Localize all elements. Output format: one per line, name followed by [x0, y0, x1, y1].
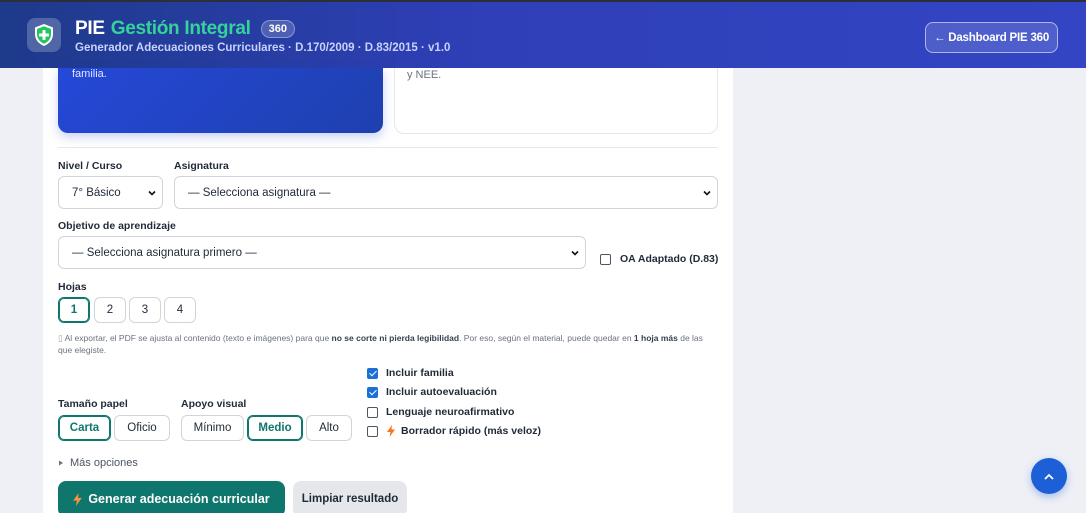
apoyo-option-alto[interactable]: Alto: [306, 415, 352, 441]
hojas-option-4[interactable]: 4: [164, 297, 196, 323]
info-panel-white: y NEE.: [394, 68, 718, 134]
main-card: familia. y NEE. Nivel / Curso 7° Básico …: [43, 68, 733, 513]
lightning-icon: [73, 492, 83, 506]
incluir-familia-checkbox[interactable]: [367, 368, 378, 379]
chevron-down-icon: [148, 190, 156, 196]
mas-opciones-label: Más opciones: [70, 457, 138, 469]
title-pie: PIE: [75, 18, 105, 39]
pdf-note: ▯ Al exportar, el PDF se ajusta al conte…: [58, 333, 703, 355]
info-panel-text-right: y NEE.: [407, 69, 442, 81]
oa-adaptado-checkbox[interactable]: [600, 254, 611, 265]
divider: [58, 147, 718, 148]
nivel-label: Nivel / Curso: [58, 160, 123, 172]
info-panel-blue: familia.: [58, 68, 383, 133]
shield-plus-icon: [27, 18, 61, 52]
scroll-top-button[interactable]: [1031, 458, 1067, 494]
objetivo-select[interactable]: — Selecciona asignatura primero —: [58, 236, 586, 269]
app-header: PIE Gestión Integral 360 Generador Adecu…: [0, 0, 1086, 68]
hojas-label: Hojas: [58, 281, 87, 293]
chevron-down-icon: [703, 190, 711, 196]
borrador-rapido-label: Borrador rápido (más veloz): [401, 425, 542, 437]
chevron-up-icon: [1044, 473, 1054, 480]
borrador-rapido-checkbox[interactable]: [367, 426, 378, 437]
lenguaje-neuroafirmativo-label: Lenguaje neuroafirmativo: [386, 406, 515, 418]
nivel-select-value: 7° Básico: [72, 186, 121, 199]
papel-option-carta[interactable]: Carta: [58, 415, 111, 441]
oa-adaptado-label: OA Adaptado (D.83): [620, 253, 719, 265]
incluir-familia-label: Incluir familia: [386, 367, 454, 379]
note-icon: ▯: [58, 333, 63, 343]
chevron-down-icon: [571, 250, 579, 256]
asignatura-select-value: — Selecciona asignatura —: [188, 186, 331, 199]
objetivo-select-value: — Selecciona asignatura primero —: [72, 246, 257, 259]
app-title: PIE Gestión Integral 360: [75, 18, 295, 40]
title-gestion: Gestión Integral: [110, 18, 251, 39]
apoyo-option-minimo[interactable]: Mínimo: [181, 415, 244, 441]
lightning-icon: [387, 425, 395, 437]
apoyo-option-medio[interactable]: Medio: [247, 415, 303, 441]
dashboard-button[interactable]: ← Dashboard PIE 360: [925, 22, 1058, 53]
generate-button[interactable]: Generar adecuación curricular: [58, 481, 285, 513]
incluir-autoevaluacion-checkbox[interactable]: [367, 387, 378, 398]
apoyo-label: Apoyo visual: [181, 398, 247, 410]
papel-option-oficio[interactable]: Oficio: [114, 415, 170, 441]
generate-button-label: Generar adecuación curricular: [88, 492, 270, 506]
nivel-select[interactable]: 7° Básico: [58, 176, 163, 209]
mas-opciones-toggle[interactable]: Más opciones: [58, 457, 138, 469]
app-subtitle: Generador Adecuaciones Curriculares · D.…: [75, 42, 451, 54]
info-panel-text: familia.: [72, 68, 107, 80]
asignatura-select[interactable]: — Selecciona asignatura —: [174, 176, 718, 209]
hojas-option-2[interactable]: 2: [94, 297, 126, 323]
hojas-option-1[interactable]: 1: [58, 297, 90, 323]
objetivo-label: Objetivo de aprendizaje: [58, 220, 176, 232]
caret-right-icon: [59, 460, 63, 466]
hojas-option-3[interactable]: 3: [129, 297, 161, 323]
papel-label: Tamaño papel: [58, 398, 128, 410]
clear-button[interactable]: Limpiar resultado: [293, 481, 407, 513]
asignatura-label: Asignatura: [174, 160, 229, 172]
version-badge: 360: [260, 20, 295, 38]
incluir-autoevaluacion-label: Incluir autoevaluación: [386, 386, 497, 398]
lenguaje-neuroafirmativo-checkbox[interactable]: [367, 407, 378, 418]
